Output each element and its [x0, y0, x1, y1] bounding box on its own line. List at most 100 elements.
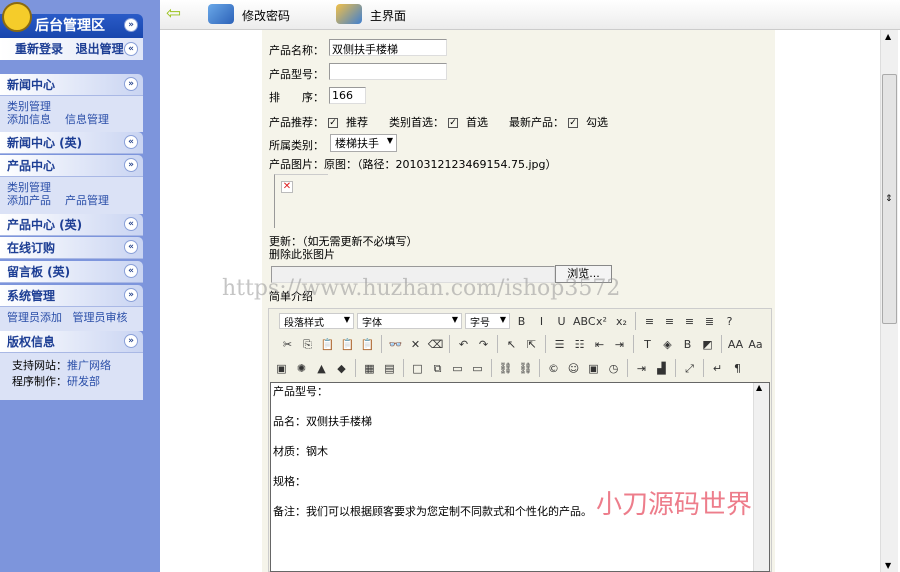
editor-content-area[interactable]: 产品型号： 品名：双侧扶手楼梯 材质：钢木 规格： 备注：我们可以根据顾客要求为…: [270, 382, 770, 572]
text-color-icon[interactable]: T: [639, 336, 656, 353]
unordered-list-icon[interactable]: ☷: [571, 336, 588, 353]
font-larger-icon[interactable]: AA: [727, 336, 744, 353]
align-right-icon[interactable]: ≡: [681, 313, 698, 330]
chevron-down-icon[interactable]: »: [124, 334, 138, 348]
cut-icon[interactable]: ✂: [279, 336, 296, 353]
sidebar-section-products[interactable]: 产品中心»: [0, 155, 143, 177]
paragraph-style-select[interactable]: 段落样式: [279, 313, 354, 329]
font-select[interactable]: 字体: [357, 313, 462, 329]
editor-scrollbar[interactable]: ▲: [753, 383, 769, 571]
admin-review-link[interactable]: 管理员审核: [73, 311, 128, 324]
chevron-down-icon[interactable]: »: [124, 77, 138, 91]
symbol-icon[interactable]: ©: [545, 360, 562, 377]
border-color-icon[interactable]: B: [679, 336, 696, 353]
scroll-up-icon[interactable]: ▲: [756, 383, 762, 392]
date-icon[interactable]: ▣: [585, 360, 602, 377]
underline-icon[interactable]: U: [553, 313, 570, 330]
collapse-left-icon[interactable]: «: [124, 42, 138, 56]
relogin-link[interactable]: 重新登录: [15, 42, 63, 56]
help-icon[interactable]: ?: [721, 313, 738, 330]
font-size-select[interactable]: 字号: [465, 313, 510, 329]
paste-word-icon[interactable]: 📋: [359, 336, 376, 353]
developer-link[interactable]: 研发部: [67, 375, 100, 388]
justify-icon[interactable]: ≣: [701, 313, 718, 330]
outdent-icon[interactable]: ⇤: [591, 336, 608, 353]
admin-add-link[interactable]: 管理员添加: [7, 311, 62, 324]
product-name-input[interactable]: 双侧扶手楼梯: [329, 39, 447, 56]
media-icon[interactable]: ▲: [313, 360, 330, 377]
subscript-icon[interactable]: x₂: [613, 313, 630, 330]
category-select[interactable]: 楼梯扶手: [330, 134, 397, 152]
paste-icon[interactable]: 📋: [319, 336, 336, 353]
hr-icon[interactable]: ▭: [449, 360, 466, 377]
product-add-link[interactable]: 添加产品: [7, 194, 51, 207]
sidebar-section-news[interactable]: 新闻中心»: [0, 74, 143, 96]
back-arrow-icon[interactable]: ⇦: [166, 5, 181, 23]
undo-icon[interactable]: ↶: [455, 336, 472, 353]
redo-icon[interactable]: ↷: [475, 336, 492, 353]
sidebar-section-system[interactable]: 系统管理»: [0, 285, 143, 307]
product-model-input[interactable]: [329, 63, 447, 80]
ordered-list-icon[interactable]: ☰: [551, 336, 568, 353]
chevron-up-icon[interactable]: «: [124, 217, 138, 231]
category-first-checkbox[interactable]: ✓: [447, 118, 458, 128]
strikethrough-icon[interactable]: ABC: [573, 313, 596, 330]
sidebar-section-orders[interactable]: 在线订购 «: [0, 237, 143, 259]
import-icon[interactable]: ⇥: [633, 360, 650, 377]
template-icon[interactable]: ⧉: [429, 360, 446, 377]
chevron-down-icon[interactable]: »: [124, 158, 138, 172]
scroll-up-icon[interactable]: ▲: [885, 32, 891, 41]
link-icon[interactable]: ⛓: [497, 360, 514, 377]
sidebar-section-guestbook[interactable]: 留言板 (英) «: [0, 261, 143, 283]
news-manage-link[interactable]: 信息管理: [65, 113, 109, 126]
sidebar-section-news-en[interactable]: 新闻中心 (英) «: [0, 132, 143, 154]
br-icon[interactable]: ↵: [709, 360, 726, 377]
page-scrollbar[interactable]: ▲ ⇕ ▼: [880, 30, 898, 572]
copy-icon[interactable]: ⎘: [299, 336, 316, 353]
delete-icon[interactable]: ✕: [407, 336, 424, 353]
fill-icon[interactable]: ◩: [699, 336, 716, 353]
table-icon[interactable]: ▦: [361, 360, 378, 377]
form-icon[interactable]: ▤: [381, 360, 398, 377]
anchor-icon[interactable]: ◆: [333, 360, 350, 377]
superscript-icon[interactable]: x²: [593, 313, 610, 330]
select-all-icon[interactable]: ⇱: [523, 336, 540, 353]
eraser-icon[interactable]: ⌫: [427, 336, 444, 353]
align-left-icon[interactable]: ≡: [641, 313, 658, 330]
paragraph-icon[interactable]: ¶: [729, 360, 746, 377]
main-page-link[interactable]: 主界面: [370, 7, 406, 24]
sidebar-section-copyright[interactable]: 版权信息»: [0, 331, 143, 353]
image-icon[interactable]: ▣: [273, 360, 290, 377]
product-category-link[interactable]: 类别管理: [7, 181, 51, 194]
find-icon[interactable]: 👓: [387, 336, 404, 353]
news-add-link[interactable]: 添加信息: [7, 113, 51, 126]
sort-order-input[interactable]: 166: [329, 87, 366, 104]
indent-icon[interactable]: ⇥: [611, 336, 628, 353]
delete-image-link[interactable]: 删除此张图片: [269, 246, 335, 262]
logout-link[interactable]: 退出管理: [76, 42, 124, 56]
flash-icon[interactable]: ✺: [293, 360, 310, 377]
align-center-icon[interactable]: ≡: [661, 313, 678, 330]
collapse-icon[interactable]: »: [124, 18, 138, 32]
product-manage-link[interactable]: 产品管理: [65, 194, 109, 207]
chevron-up-icon[interactable]: «: [124, 240, 138, 254]
select-icon[interactable]: ↖: [503, 336, 520, 353]
chevron-down-icon[interactable]: »: [124, 288, 138, 302]
chevron-up-icon[interactable]: «: [124, 264, 138, 278]
fullscreen-icon[interactable]: ⤢: [681, 360, 698, 377]
recommend-checkbox[interactable]: ✓: [328, 118, 338, 128]
newest-checkbox[interactable]: ✓: [567, 118, 578, 128]
chevron-up-icon[interactable]: «: [124, 135, 138, 149]
italic-icon[interactable]: I: [533, 313, 550, 330]
unlink-icon[interactable]: ⛓: [517, 360, 534, 377]
bold-icon[interactable]: B: [513, 313, 530, 330]
change-password-link[interactable]: 修改密码: [242, 7, 290, 24]
scroll-down-icon[interactable]: ▼: [885, 561, 891, 570]
paste-text-icon[interactable]: 📋: [339, 336, 356, 353]
emoticon-icon[interactable]: ☺: [565, 360, 582, 377]
xml-icon[interactable]: □: [409, 360, 426, 377]
news-category-link[interactable]: 类别管理: [7, 100, 51, 113]
font-smaller-icon[interactable]: Aa: [747, 336, 764, 353]
sidebar-section-products-en[interactable]: 产品中心 (英) «: [0, 214, 143, 236]
time-icon[interactable]: ◷: [605, 360, 622, 377]
